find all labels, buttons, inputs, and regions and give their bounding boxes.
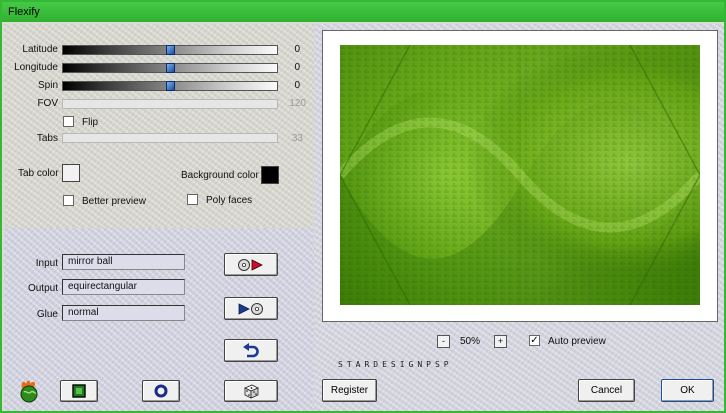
- window-title: Flexify: [8, 6, 40, 18]
- ok-button[interactable]: OK: [661, 379, 714, 402]
- fov-slider[interactable]: [62, 99, 278, 109]
- disc-arrow-right-icon: [238, 258, 263, 271]
- auto-preview-check-mark: ✓: [530, 335, 539, 346]
- load-preset-button[interactable]: [224, 297, 278, 320]
- output-label: Output: [27, 283, 58, 294]
- tabs-label: Tabs: [36, 133, 58, 144]
- latitude-label: Latitude: [22, 44, 58, 55]
- auto-preview-label: Auto preview: [548, 336, 606, 347]
- latitude-value: 0: [294, 44, 300, 55]
- dice-icon: [244, 384, 259, 399]
- glue-label: Glue: [36, 309, 58, 320]
- longitude-label: Longitude: [14, 62, 58, 73]
- flexified-pattern-image: [340, 45, 700, 305]
- tabs-slider[interactable]: [62, 133, 278, 143]
- longitude-slider-thumb[interactable]: [165, 63, 175, 73]
- ring-icon: [154, 384, 168, 398]
- save-preset-button[interactable]: [224, 253, 278, 276]
- undo-button[interactable]: [224, 339, 278, 362]
- tab-color-label: Tab color: [18, 168, 59, 179]
- longitude-slider[interactable]: [62, 63, 278, 73]
- longitude-value: 0: [294, 62, 300, 73]
- randomize-button[interactable]: [224, 380, 278, 402]
- title-bar[interactable]: Flexify: [2, 2, 724, 22]
- brand-watermark-text: STARDESIGNPSP: [338, 360, 453, 369]
- spin-label: Spin: [37, 80, 58, 91]
- ring-shape-button[interactable]: [142, 380, 180, 402]
- flip-checkbox[interactable]: [63, 116, 74, 127]
- flexify-window: Flexify Latitude 0 Longitude 0 Spin 0 FO…: [0, 0, 726, 413]
- fov-label: FOV: [37, 98, 58, 109]
- preview-image[interactable]: [340, 45, 700, 305]
- fov-value: 120: [289, 98, 306, 109]
- background-color-label: Background color: [181, 170, 259, 181]
- zoom-in-button[interactable]: +: [494, 335, 507, 348]
- spin-slider-thumb[interactable]: [165, 81, 175, 91]
- input-projection-select[interactable]: mirror ball: [62, 254, 185, 270]
- undo-arrow-icon: [243, 342, 259, 357]
- square-icon: [72, 384, 86, 398]
- background-color-swatch[interactable]: [261, 166, 279, 184]
- glue-select[interactable]: normal: [62, 305, 185, 321]
- auto-preview-checkbox[interactable]: ✓: [529, 335, 540, 346]
- latitude-slider-thumb[interactable]: [165, 45, 175, 55]
- better-preview-label: Better preview: [82, 196, 146, 207]
- poly-faces-label: Poly faces: [206, 195, 253, 206]
- arrow-disc-icon: [238, 302, 263, 315]
- spin-slider[interactable]: [62, 81, 278, 91]
- input-label: Input: [35, 258, 58, 269]
- zoom-out-button[interactable]: -: [437, 335, 450, 348]
- zoom-level: 50%: [460, 336, 481, 347]
- flaming-globe-logo-icon: [20, 380, 38, 403]
- tab-color-swatch[interactable]: [62, 164, 80, 182]
- output-projection-select[interactable]: equirectangular: [62, 279, 185, 295]
- square-shape-button[interactable]: [60, 380, 98, 402]
- spin-value: 0: [294, 80, 300, 91]
- latitude-slider[interactable]: [62, 45, 278, 55]
- register-button[interactable]: Register: [322, 379, 377, 402]
- poly-faces-checkbox[interactable]: [187, 194, 198, 205]
- cancel-button[interactable]: Cancel: [578, 379, 635, 402]
- better-preview-checkbox[interactable]: [63, 195, 74, 206]
- flip-label: Flip: [82, 117, 99, 128]
- tabs-value: 33: [291, 133, 303, 144]
